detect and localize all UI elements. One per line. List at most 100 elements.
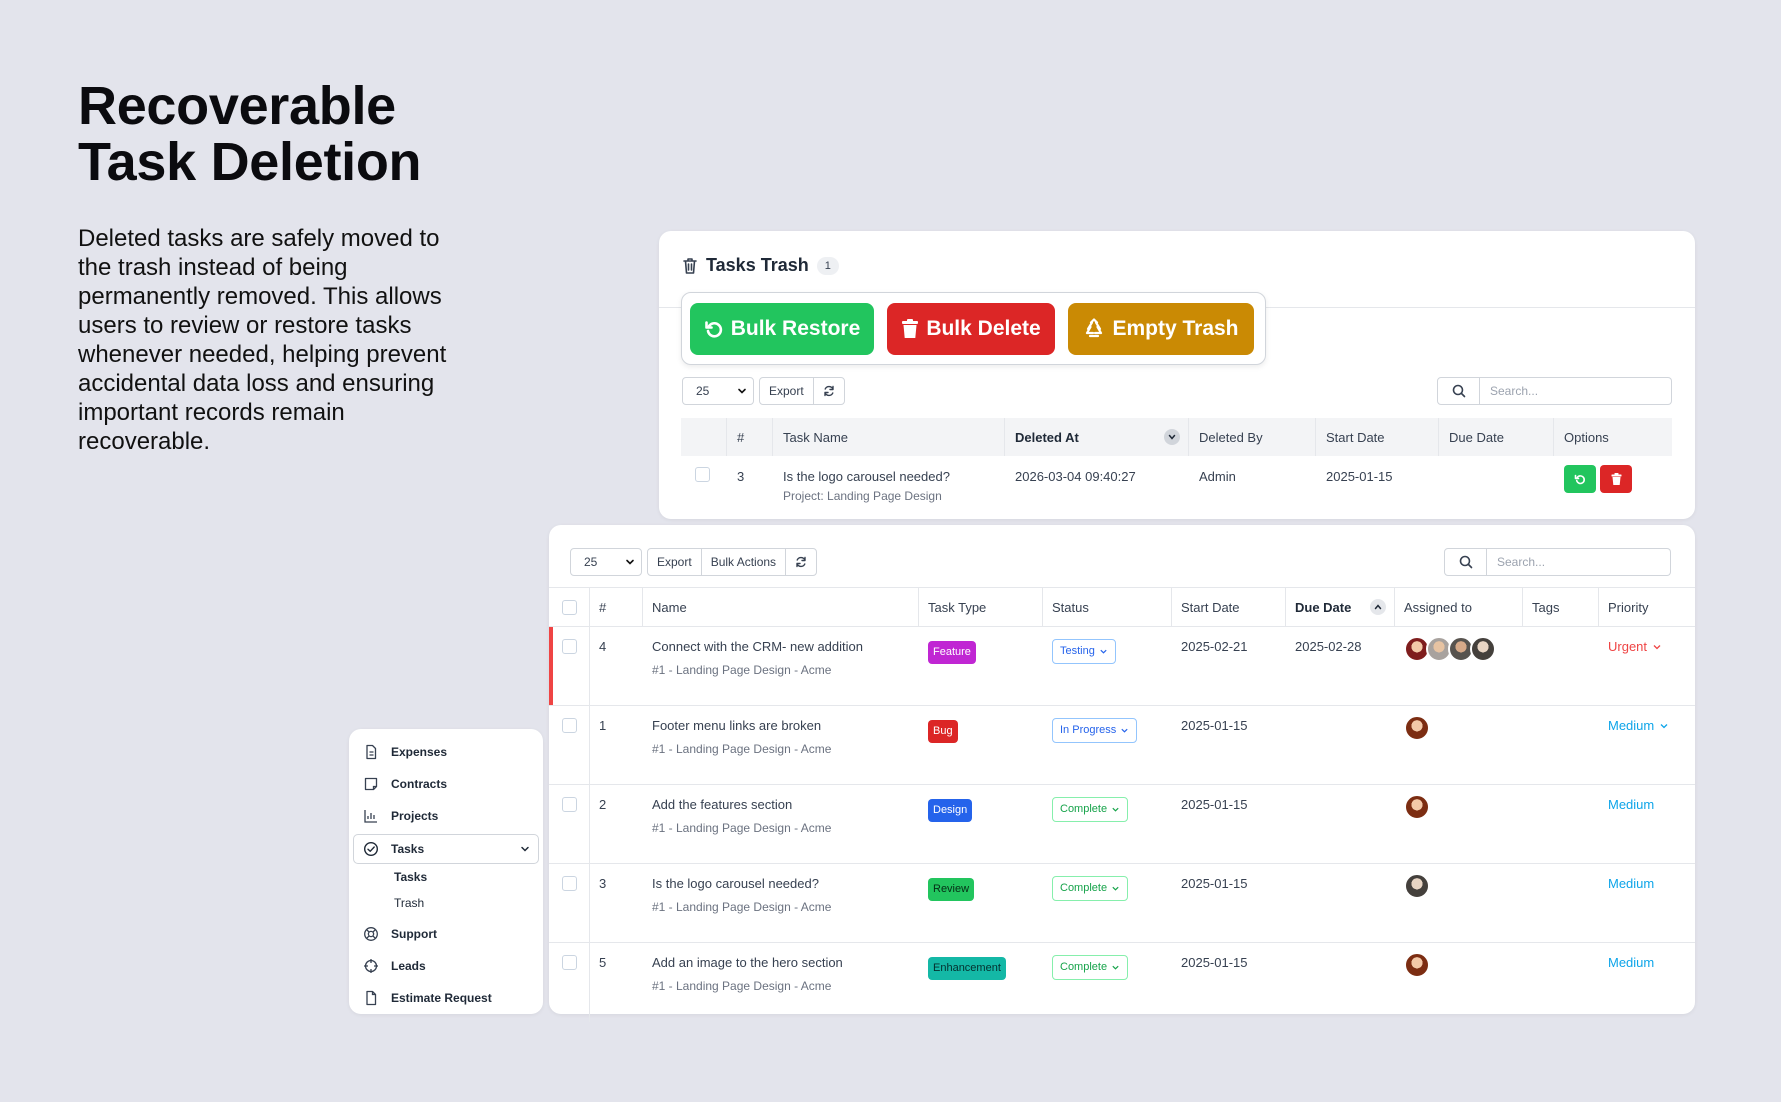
priority-label[interactable]: Medium <box>1608 955 1654 970</box>
row-checkbox[interactable] <box>561 639 577 654</box>
deleted-by: Admin <box>1199 469 1236 484</box>
crosshair-icon <box>362 957 380 975</box>
priority-dropdown[interactable]: Urgent <box>1608 639 1662 654</box>
sidebar-subitem-trash[interactable]: Trash <box>394 896 424 910</box>
sidebar-item-estimate-request[interactable]: Estimate Request <box>362 989 492 1007</box>
tasks-table-header: # Name Task Type Status Start Date Due D… <box>549 587 1695 627</box>
avatar[interactable] <box>1404 715 1430 741</box>
column-header[interactable]: Start Date <box>1316 418 1439 456</box>
recycle-icon <box>1083 317 1105 340</box>
task-name-link[interactable]: Is the logo carousel needed? <box>652 876 919 891</box>
sidebar-subitem-tasks[interactable]: Tasks <box>394 870 427 884</box>
search-input[interactable]: Search... <box>1480 377 1672 405</box>
delete-permanently-button[interactable] <box>1600 465 1632 493</box>
task-name-link[interactable]: Footer menu links are broken <box>652 718 919 733</box>
sidebar-item-leads[interactable]: Leads <box>362 957 426 975</box>
assignees <box>1404 715 1523 741</box>
sidebar-item-label: Estimate Request <box>391 991 492 1005</box>
priority-label: Urgent <box>1608 639 1648 654</box>
restore-icon <box>1574 473 1586 485</box>
contract-icon <box>362 775 380 793</box>
row-checkbox[interactable] <box>561 718 577 733</box>
status-dropdown[interactable]: Testing <box>1052 639 1116 664</box>
due-date <box>1439 456 1554 511</box>
refresh-icon <box>823 385 835 397</box>
bulk-restore-label: Bulk Restore <box>730 316 861 340</box>
page-size-select[interactable]: 25 <box>682 377 754 405</box>
task-project: #1 - Landing Page Design - Acme <box>652 742 832 756</box>
bulk-delete-button[interactable]: Bulk Delete <box>887 302 1055 355</box>
restore-button[interactable] <box>1564 465 1596 493</box>
column-header-sorted[interactable]: Deleted At <box>1005 418 1189 456</box>
task-name-link[interactable]: Add an image to the hero section <box>652 955 919 970</box>
column-header-sorted[interactable]: Due Date <box>1286 588 1395 626</box>
start-date: 2025-01-15 <box>1181 876 1248 891</box>
column-header[interactable]: Assigned to <box>1395 588 1523 626</box>
row-checkbox[interactable] <box>561 955 577 970</box>
row-id: 3 <box>599 876 607 891</box>
page-title-line2: Task Deletion <box>78 132 422 192</box>
priority-dropdown[interactable]: Medium <box>1608 718 1669 733</box>
priority-label[interactable]: Medium <box>1608 797 1654 812</box>
sidebar-item-contracts[interactable]: Contracts <box>362 775 447 793</box>
priority-label[interactable]: Medium <box>1608 876 1654 891</box>
deleted-at: 2026-03-04 09:40:27 <box>1015 469 1136 484</box>
search-input[interactable]: Search... <box>1487 548 1671 576</box>
status-label: Complete <box>1060 961 1108 973</box>
bulk-actions-button[interactable]: Bulk Actions <box>700 548 787 576</box>
bulk-restore-button[interactable]: Bulk Restore <box>690 302 874 355</box>
task-name-link[interactable]: Add the features section <box>652 797 919 812</box>
column-header[interactable]: Deleted By <box>1189 418 1316 456</box>
trash-button-group: Export <box>759 377 845 405</box>
search-button[interactable] <box>1437 377 1480 405</box>
export-button[interactable]: Export <box>647 548 702 576</box>
status-label: Testing <box>1060 645 1095 657</box>
avatar[interactable] <box>1404 952 1430 978</box>
search-button[interactable] <box>1444 548 1487 576</box>
sidebar-item-label: Tasks <box>391 842 425 856</box>
task-project: Project: Landing Page Design <box>783 489 942 503</box>
column-header[interactable]: Status <box>1043 588 1172 626</box>
start-date: 2025-01-15 <box>1181 955 1248 970</box>
select-all-checkbox[interactable] <box>561 599 577 615</box>
start-date: 2025-02-21 <box>1181 639 1248 654</box>
empty-trash-label: Empty Trash <box>1112 316 1239 340</box>
task-name-link[interactable]: Is the logo carousel needed? <box>783 469 1005 484</box>
status-dropdown[interactable]: Complete <box>1052 797 1129 822</box>
chevron-down-icon <box>1111 805 1120 814</box>
row-checkbox[interactable] <box>561 797 577 812</box>
status-dropdown[interactable]: Complete <box>1052 876 1129 901</box>
column-header[interactable]: Tags <box>1523 588 1599 626</box>
trash-icon <box>1611 473 1622 485</box>
refresh-button[interactable] <box>812 377 845 405</box>
avatar[interactable] <box>1404 873 1430 899</box>
column-header[interactable]: Priority <box>1599 588 1695 626</box>
avatar[interactable] <box>1404 794 1430 820</box>
column-header[interactable]: Due Date <box>1439 418 1554 456</box>
assignees <box>1404 794 1523 820</box>
empty-trash-button[interactable]: Empty Trash <box>1068 302 1254 355</box>
status-dropdown[interactable]: Complete <box>1052 955 1129 980</box>
trash-title: Tasks Trash <box>706 255 809 275</box>
column-header[interactable]: Task Type <box>919 588 1043 626</box>
sidebar-item-projects[interactable]: Projects <box>362 807 438 825</box>
column-header: # <box>590 588 643 626</box>
row-checkbox[interactable] <box>561 876 577 891</box>
status-dropdown[interactable]: In Progress <box>1052 718 1138 743</box>
avatar[interactable] <box>1470 636 1496 662</box>
sidebar-item-label: Contracts <box>391 777 448 791</box>
export-button[interactable]: Export <box>759 377 814 405</box>
bulk-actions-bar: Bulk Restore Bulk Delete Empty Trash <box>681 292 1266 365</box>
sidebar-item-label: Expenses <box>391 745 448 759</box>
sidebar-item-expenses[interactable]: Expenses <box>362 743 447 761</box>
task-name-link[interactable]: Connect with the CRM- new addition <box>652 639 919 654</box>
sidebar-item-support[interactable]: Support <box>362 925 437 943</box>
column-header[interactable]: Name <box>643 588 919 626</box>
sidebar-item-tasks[interactable]: Tasks <box>362 840 534 858</box>
row-checkbox[interactable] <box>695 467 710 482</box>
refresh-button[interactable] <box>785 548 818 576</box>
column-header[interactable]: Task Name <box>773 418 1005 456</box>
column-header[interactable]: Start Date <box>1172 588 1286 626</box>
page-size-select[interactable]: 25 <box>570 548 642 576</box>
check-circle-icon <box>362 840 380 858</box>
